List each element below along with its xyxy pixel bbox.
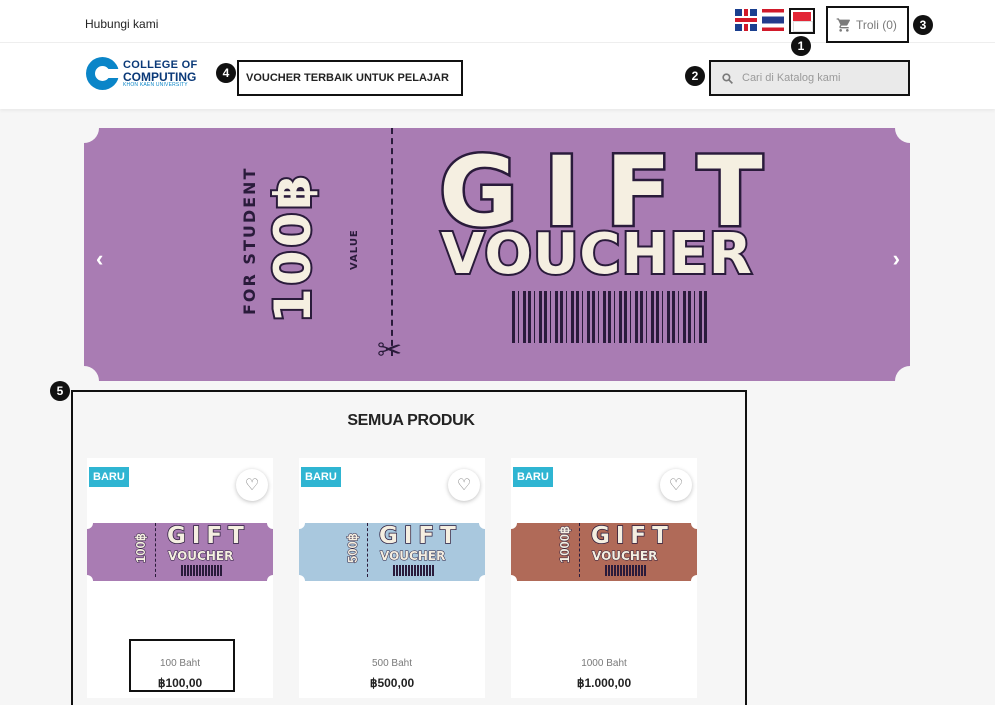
banner-cut-line [391,128,393,356]
search-icon [722,72,733,84]
banner-voucher-word: VOUCHER [439,220,754,289]
annotation-marker-1: 1 [791,36,811,56]
ticket-notch [895,366,910,381]
logo-line-2: COMPUTING [123,69,197,84]
product-name[interactable]: 500 Baht [299,658,485,669]
logo-line-3: KHON KAEN UNIVERSITY [123,81,188,88]
ticket-amount: 1000฿ [557,525,573,563]
ticket-cut-line [579,523,580,577]
product-card[interactable]: BARU ♡ 1000฿ GIFT VOUCHER 1000 Baht ฿1.0… [511,458,697,698]
annotation-marker-3: 3 [913,15,933,35]
ticket-amount: 100฿ [133,533,149,564]
ticket-notch [84,366,99,381]
ticket-notch [691,575,697,581]
product-image[interactable]: 100฿ GIFT VOUCHER [87,523,273,581]
ticket-notch [87,575,93,581]
ticket-cut-line [155,523,156,577]
hero-carousel[interactable]: FOR STUDENT 100฿ VALUE ✂ GIFT VOUCHER ‹ … [84,128,910,381]
ticket-cut-line [367,523,368,577]
site-tagline: VOUCHER TERBAIK UNTUK PELAJAR [237,60,463,96]
annotation-marker-5: 5 [50,381,70,401]
product-image[interactable]: 500฿ GIFT VOUCHER [299,523,485,581]
ticket-notch [479,523,485,529]
site-logo[interactable]: COLLEGE OF COMPUTING KHON KAEN UNIVERSIT… [86,57,198,90]
ticket-amount: 500฿ [345,533,361,564]
contact-link[interactable]: Hubungi kami [85,17,158,31]
top-bar: Hubungi kami Troli (0) [0,0,995,43]
site-header: COLLEGE OF COMPUTING KHON KAEN UNIVERSIT… [0,43,995,109]
barcode-icon [512,291,708,343]
carousel-prev-button[interactable]: ‹ [96,246,103,272]
cart-label: Troli (0) [856,17,897,32]
product-price: ฿1.000,00 [576,676,632,690]
ticket-notch [299,575,305,581]
new-badge: BARU [301,467,341,487]
ticket-voucher-word: VOUCHER [379,549,446,564]
ticket-notch [895,128,910,143]
ticket-voucher-word: VOUCHER [167,549,234,564]
wishlist-heart-icon[interactable]: ♡ [448,469,480,501]
ticket-voucher-word: VOUCHER [591,549,658,564]
ticket-gift-word: GIFT [590,523,674,550]
logo-line-1: COLLEGE OF [123,58,198,71]
cart-button[interactable]: Troli (0) [826,6,909,43]
product-card[interactable]: BARU ♡ 500฿ GIFT VOUCHER 500 Baht ฿500,0… [299,458,485,698]
search-placeholder: Cari di Katalog kami [742,72,841,84]
flag-thai-icon[interactable] [762,9,784,31]
new-badge: BARU [513,467,553,487]
ticket-notch [84,128,99,143]
wishlist-heart-icon[interactable]: ♡ [236,469,268,501]
banner-value-label: VALUE [349,229,360,270]
search-input[interactable]: Cari di Katalog kami [709,60,910,96]
annotation-marker-4: 4 [216,63,236,83]
product-name[interactable]: 1000 Baht [511,658,697,669]
ticket-notch [267,523,273,529]
banner-student-label: FOR STUDENT [240,166,259,315]
products-title: SEMUA PRODUK [347,412,475,429]
flag-indonesian-icon[interactable] [789,8,815,34]
product-price: ฿500,00 [369,676,415,690]
ticket-gift-word: GIFT [166,523,250,550]
ticket-notch [511,575,517,581]
ticket-notch [87,523,93,529]
flag-english-icon[interactable] [735,9,757,31]
barcode-icon [181,565,223,576]
ticket-notch [691,523,697,529]
carousel-next-button[interactable]: › [893,246,900,272]
logo-mark-icon [86,57,121,90]
annotation-marker-2: 2 [685,66,705,86]
price-highlight-box [129,639,235,692]
ticket-gift-word: GIFT [378,523,462,550]
scissors-icon: ✂ [377,334,403,367]
ticket-notch [479,575,485,581]
new-badge: BARU [89,467,129,487]
ticket-notch [511,523,517,529]
barcode-icon [393,565,435,576]
shopping-cart-icon [836,17,850,32]
ticket-notch [267,575,273,581]
wishlist-heart-icon[interactable]: ♡ [660,469,692,501]
product-image[interactable]: 1000฿ GIFT VOUCHER [511,523,697,581]
ticket-notch [299,523,305,529]
barcode-icon [605,565,647,576]
banner-amount: 100฿ [262,170,324,325]
